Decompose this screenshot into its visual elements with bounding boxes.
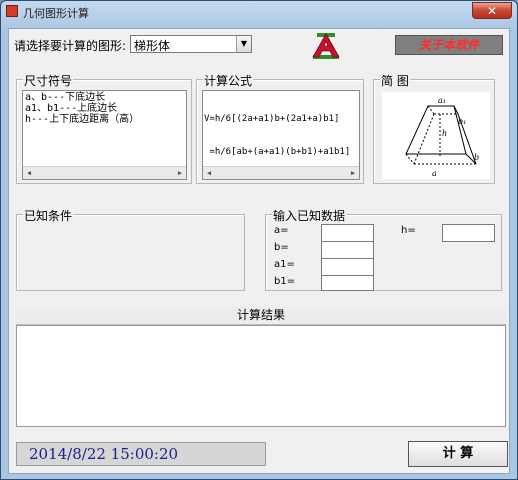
app-icon bbox=[6, 5, 18, 17]
formula-group: 计算公式 V=h/6[(2a+a1)b+(2a1+a)b1] =h/6[ab+(… bbox=[196, 72, 364, 184]
dimension-line: a1、b1---上底边长 bbox=[25, 103, 118, 114]
horizontal-scrollbar[interactable]: ◀ ▶ bbox=[203, 166, 359, 179]
diagram-caption: 简 图 bbox=[380, 72, 410, 89]
input-label-a1: a1= bbox=[274, 259, 295, 270]
close-icon: ✕ bbox=[486, 4, 498, 18]
dimensions-caption: 尺寸符号 bbox=[23, 72, 74, 89]
dimensions-group: 尺寸符号 a、b---下底边长 a1、b1---上底边长 h---上下底边距离（… bbox=[16, 72, 192, 184]
diagram-label-a: a bbox=[432, 169, 437, 178]
dropdown-arrow-icon[interactable]: ▼ bbox=[236, 36, 251, 52]
input-label-b: b= bbox=[274, 242, 289, 253]
diagram-label-b: b bbox=[474, 153, 479, 162]
formula-textarea[interactable]: V=h/6[(2a+a1)b+(2a1+a)b1] =h/6[ab+(a+a1)… bbox=[202, 90, 360, 180]
input-data-group: 输入已知数据 a= b= a1= b1= h= bbox=[265, 207, 502, 291]
input-b[interactable] bbox=[321, 241, 374, 259]
shape-select-label: 请选择要计算的图形: bbox=[14, 39, 127, 53]
input-data-caption: 输入已知数据 bbox=[272, 207, 347, 224]
input-a[interactable] bbox=[321, 224, 374, 242]
formula-line: =h/6[ab+(a+a1)(b+b1)+a1b1] bbox=[204, 147, 351, 157]
known-conditions-caption: 已知条件 bbox=[23, 207, 74, 224]
logo-icon bbox=[312, 33, 340, 59]
shape-select-value: 梯形体 bbox=[134, 39, 171, 53]
result-header: 计算结果 bbox=[16, 307, 506, 325]
formula-caption: 计算公式 bbox=[203, 72, 254, 89]
diagram-label-a1: a₁ bbox=[438, 96, 446, 105]
shape-select[interactable]: 梯形体 ▼ bbox=[130, 35, 252, 53]
horizontal-scrollbar[interactable]: ◀ ▶ bbox=[23, 166, 186, 179]
about-button[interactable]: 关于本软件 bbox=[395, 35, 503, 55]
dimension-line: a、b---下底边长 bbox=[25, 92, 106, 103]
result-textarea[interactable] bbox=[16, 325, 506, 427]
diagram-label-h: h bbox=[442, 129, 447, 138]
dimension-line: h---上下底边距离（高） bbox=[25, 114, 140, 125]
input-b1[interactable] bbox=[321, 275, 374, 291]
scroll-left-icon[interactable]: ◀ bbox=[23, 167, 35, 179]
input-label-h: h= bbox=[401, 225, 416, 236]
formula-line: V=h/6[(2a+a1)b+(2a1+a)b1] bbox=[204, 114, 340, 124]
input-label-b1: b1= bbox=[274, 276, 296, 287]
client-area: 请选择要计算的图形: 梯形体 ▼ 关于本软件 尺寸符号 a、b---下底边长 a… bbox=[8, 28, 510, 474]
frustum-diagram: a₁ b₁ h a b bbox=[405, 96, 479, 178]
dimensions-textarea[interactable]: a、b---下底边长 a1、b1---上底边长 h---上下底边距离（高） ◀ … bbox=[22, 90, 187, 180]
close-button[interactable]: ✕ bbox=[472, 2, 512, 19]
title-bar: 几何图形计算 ✕ bbox=[1, 1, 517, 23]
scroll-right-icon[interactable]: ▶ bbox=[174, 167, 186, 179]
known-conditions-group: 已知条件 bbox=[16, 207, 245, 291]
diagram-group: 简 图 a₁ b₁ h a b bbox=[373, 72, 495, 184]
input-label-a: a= bbox=[274, 225, 289, 236]
window-title: 几何图形计算 bbox=[23, 7, 89, 20]
input-a1[interactable] bbox=[321, 258, 374, 276]
status-datetime: 2014/8/22 15:00:20 bbox=[16, 442, 266, 466]
scroll-left-icon[interactable]: ◀ bbox=[203, 167, 215, 179]
calculate-button[interactable]: 计 算 bbox=[408, 441, 508, 467]
input-h[interactable] bbox=[442, 224, 495, 242]
scroll-right-icon[interactable]: ▶ bbox=[347, 167, 359, 179]
main-window: 几何图形计算 ✕ 请选择要计算的图形: 梯形体 ▼ 关于本软件 尺寸符号 a、b… bbox=[0, 0, 518, 480]
diagram-label-b1: b₁ bbox=[458, 117, 466, 126]
diagram-panel: a₁ b₁ h a b bbox=[382, 92, 490, 179]
